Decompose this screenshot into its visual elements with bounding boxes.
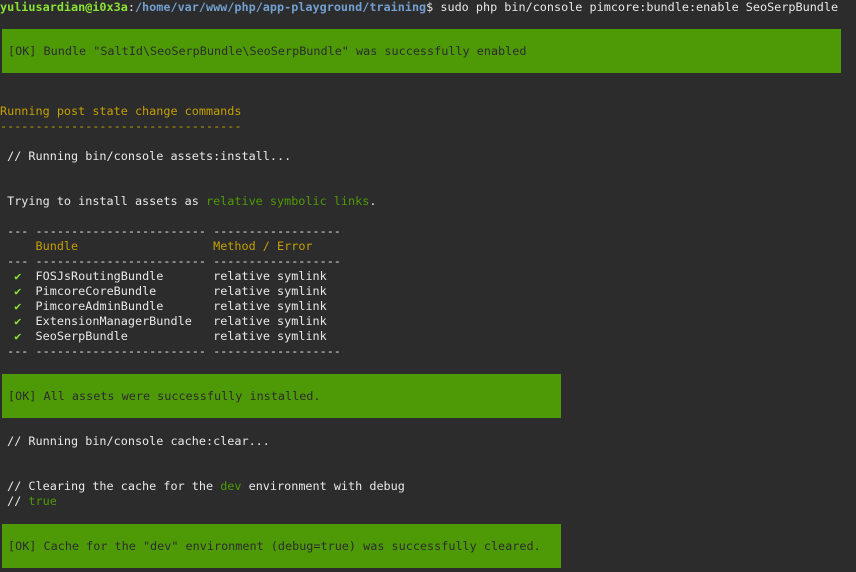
cache-clearing-suffix: environment with debug xyxy=(241,479,405,493)
prompt-line: yuliusardian@i0x3a:/home/var/www/php/app… xyxy=(0,0,838,15)
assets-trying-prefix: Trying to install assets as xyxy=(0,194,206,208)
table-row-bundle: PimcoreCoreBundle xyxy=(35,284,157,298)
post-state-title: Running post state change commands xyxy=(0,104,242,118)
prompt-separator: : xyxy=(127,0,135,14)
table-row-bundle: FOSJsRoutingBundle xyxy=(35,269,164,283)
table-row-method: relative symlink xyxy=(213,329,327,343)
ok-assets-block: [OK] All assets were successfully instal… xyxy=(2,374,561,418)
table-separator-mid: --- ------------------------ -----------… xyxy=(0,254,341,268)
cache-debug-value: true xyxy=(28,494,57,508)
cache-clearing-prefix: // Clearing the cache for the xyxy=(0,479,221,493)
table-row: ✔ ExtensionManagerBundle relative symlin… xyxy=(0,314,327,329)
table-row: ✔ SeoSerpBundle relative symlink xyxy=(0,329,327,344)
table-row-method: relative symlink xyxy=(213,284,327,298)
assets-trying-highlight: relative symbolic links xyxy=(205,194,370,208)
cache-debug-line: // true xyxy=(0,494,57,509)
table-row: ✔ PimcoreCoreBundle relative symlink xyxy=(0,284,327,299)
ok-cache-message: [OK] Cache for the "dev" environment (de… xyxy=(8,539,541,553)
table-row-bundle: SeoSerpBundle xyxy=(35,329,128,343)
table-separator-top: --- ------------------------ -----------… xyxy=(0,224,341,238)
assets-install-running: // Running bin/console assets:install... xyxy=(0,149,292,163)
table-header-bundle: Bundle xyxy=(35,239,79,253)
table-header-method: Method / Error xyxy=(213,239,313,253)
cache-env: dev xyxy=(220,479,242,493)
table-row-method: relative symlink xyxy=(213,314,327,328)
ok-enabled-message: [OK] Bundle "SaltId\SeoSerpBundle\SeoSer… xyxy=(8,44,527,58)
cache-clearing-line: // Clearing the cache for the dev enviro… xyxy=(0,479,405,494)
prompt-path: /home/var/www/php/app-playground/trainin… xyxy=(134,0,427,14)
table-row: ✔ FOSJsRoutingBundle relative symlink xyxy=(0,269,327,284)
table-row: ✔ PimcoreAdminBundle relative symlink xyxy=(0,299,327,314)
table-row-bundle: ExtensionManagerBundle xyxy=(35,314,192,328)
ok-cache-block: [OK] Cache for the "dev" environment (de… xyxy=(2,524,561,568)
assets-trying-suffix: . xyxy=(369,194,377,208)
table-row-method: relative symlink xyxy=(213,299,327,313)
prompt-command: sudo php bin/console pimcore:bundle:enab… xyxy=(433,0,839,14)
table-row-method: relative symlink xyxy=(213,269,327,283)
ok-enabled-block: [OK] Bundle "SaltId\SeoSerpBundle\SeoSer… xyxy=(2,29,841,73)
prompt-user-host: yuliusardian@i0x3a xyxy=(0,0,128,14)
post-state-underline: ---------------------------------- xyxy=(0,119,242,133)
cache-clear-running: // Running bin/console cache:clear... xyxy=(0,434,270,448)
table-separator-bottom: --- ------------------------ -----------… xyxy=(0,344,341,358)
assets-trying-line: Trying to install assets as relative sym… xyxy=(0,194,376,209)
table-row-bundle: PimcoreAdminBundle xyxy=(35,299,164,313)
cache-debug-prefix: // xyxy=(0,494,29,508)
table-header: Bundle Method / Error xyxy=(0,239,313,254)
ok-assets-message: [OK] All assets were successfully instal… xyxy=(8,389,321,403)
